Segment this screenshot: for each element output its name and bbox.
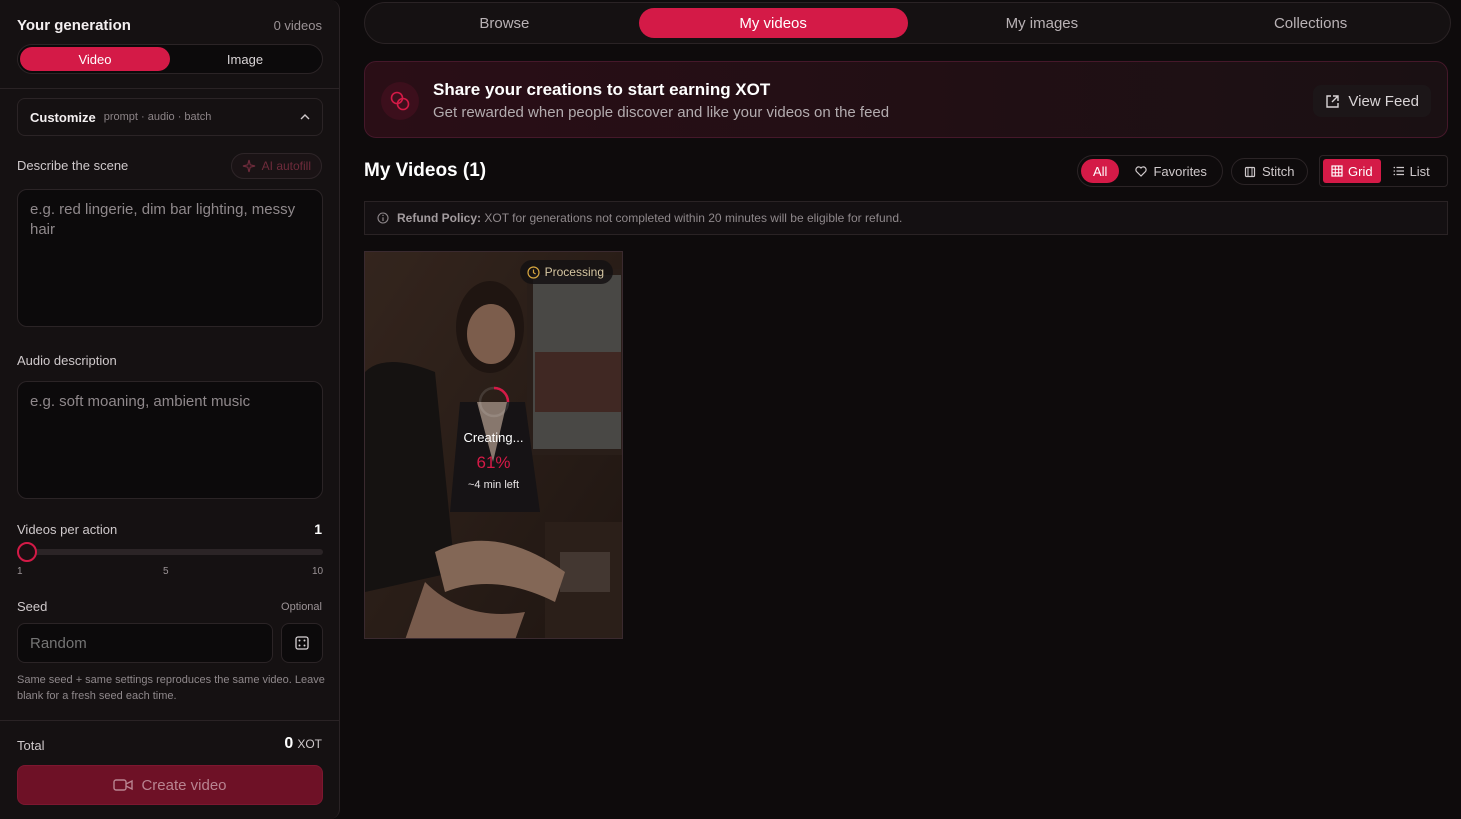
view-toggle: Grid List [1319, 155, 1448, 187]
divider [0, 720, 339, 721]
video-camera-icon [113, 779, 134, 791]
dice-icon [295, 636, 309, 650]
main-tabs: Browse My videos My images Collections [364, 2, 1451, 44]
audio-description-input[interactable] [17, 381, 323, 499]
view-feed-button[interactable]: View Feed [1313, 85, 1431, 117]
external-link-icon [1326, 94, 1340, 108]
create-video-button[interactable]: Create video [17, 765, 323, 805]
creating-label: Creating... [463, 430, 524, 445]
earn-banner: Share your creations to start earning XO… [364, 61, 1448, 138]
list-view-button[interactable]: List [1385, 159, 1438, 183]
create-video-label: Create video [141, 776, 227, 794]
film-icon [1244, 166, 1256, 177]
coins-icon [381, 82, 419, 120]
mode-image-button[interactable]: Image [170, 47, 320, 71]
heart-icon [1135, 165, 1148, 177]
total-value: 0 [284, 735, 294, 752]
slider-thumb[interactable] [17, 542, 37, 562]
list-label: List [1409, 163, 1430, 179]
status-badge: Processing [519, 260, 613, 284]
mode-toggle: Video Image [17, 44, 323, 74]
videos-per-action-slider[interactable] [17, 549, 323, 555]
grid-view-button[interactable]: Grid [1323, 159, 1381, 183]
scene-description-input[interactable] [17, 189, 323, 327]
seed-optional-label: Optional [281, 601, 322, 613]
info-icon [377, 212, 389, 224]
tab-my-images[interactable]: My images [908, 8, 1177, 38]
video-card[interactable]: Processing Creating... 61% ~4 min left [364, 251, 623, 639]
sidebar-header: Your generation 0 videos [17, 17, 322, 34]
customize-title: Customize [30, 109, 96, 125]
loading-spinner-icon [478, 386, 510, 418]
grid-icon [1331, 165, 1343, 177]
chevron-up-icon [300, 114, 310, 120]
stitch-button[interactable]: Stitch [1231, 158, 1308, 185]
refund-policy-notice: Refund Policy: XOT for generations not c… [364, 201, 1448, 235]
total-cost: 0 XOT [284, 735, 322, 753]
filter-favorites-button[interactable]: Favorites [1123, 159, 1218, 183]
refund-text: XOT for generations not completed within… [484, 211, 903, 225]
videos-per-action-label: Videos per action [17, 522, 118, 537]
sparkle-icon [242, 159, 255, 173]
seed-label: Seed [17, 599, 48, 614]
filter-all-button[interactable]: All [1081, 159, 1120, 183]
favorites-label: Favorites [1153, 163, 1207, 179]
video-count: 0 videos [273, 18, 322, 33]
stitch-label: Stitch [1262, 164, 1295, 179]
tab-browse[interactable]: Browse [370, 8, 639, 38]
view-feed-label: View Feed [1348, 92, 1419, 110]
total-unit: XOT [297, 737, 322, 751]
audio-label: Audio description [17, 353, 117, 368]
random-seed-button[interactable] [281, 623, 323, 663]
ai-autofill-label: AI autofill [261, 159, 311, 173]
generation-sidebar: Your generation 0 videos Video Image Cus… [0, 0, 340, 819]
tab-my-videos[interactable]: My videos [638, 8, 908, 38]
ai-autofill-button[interactable]: AI autofill [230, 153, 322, 179]
customize-toggle[interactable]: Customize prompt · audio · batch [17, 98, 323, 136]
seed-help-text: Same seed + same settings reproduces the… [17, 674, 325, 702]
status-label: Processing [544, 265, 604, 279]
sidebar-title: Your generation [17, 17, 131, 34]
slider-tick-max: 10 [312, 566, 324, 577]
videos-per-action-value: 1 [314, 521, 322, 537]
slider-tick-mid: 5 [163, 566, 169, 577]
slider-tick-min: 1 [17, 566, 23, 577]
grid-label: Grid [1348, 163, 1373, 179]
scene-label: Describe the scene [17, 158, 129, 173]
refund-label: Refund Policy: [397, 211, 482, 225]
customize-subtitle: prompt · audio · batch [103, 111, 212, 123]
progress-percent: 61% [476, 453, 511, 472]
list-icon [1393, 166, 1404, 176]
time-remaining: ~4 min left [467, 479, 520, 491]
seed-input[interactable] [17, 623, 273, 663]
filter-group: All Favorites [1077, 155, 1223, 187]
mode-video-button[interactable]: Video [20, 47, 170, 71]
banner-subtitle: Get rewarded when people discover and li… [433, 104, 890, 121]
tab-collections[interactable]: Collections [1176, 8, 1445, 38]
total-label: Total [17, 738, 45, 753]
banner-title: Share your creations to start earning XO… [433, 80, 771, 99]
page-title: My Videos (1) [364, 160, 487, 181]
divider [0, 88, 339, 89]
card-dim-overlay [365, 252, 622, 638]
clock-icon [527, 265, 540, 279]
